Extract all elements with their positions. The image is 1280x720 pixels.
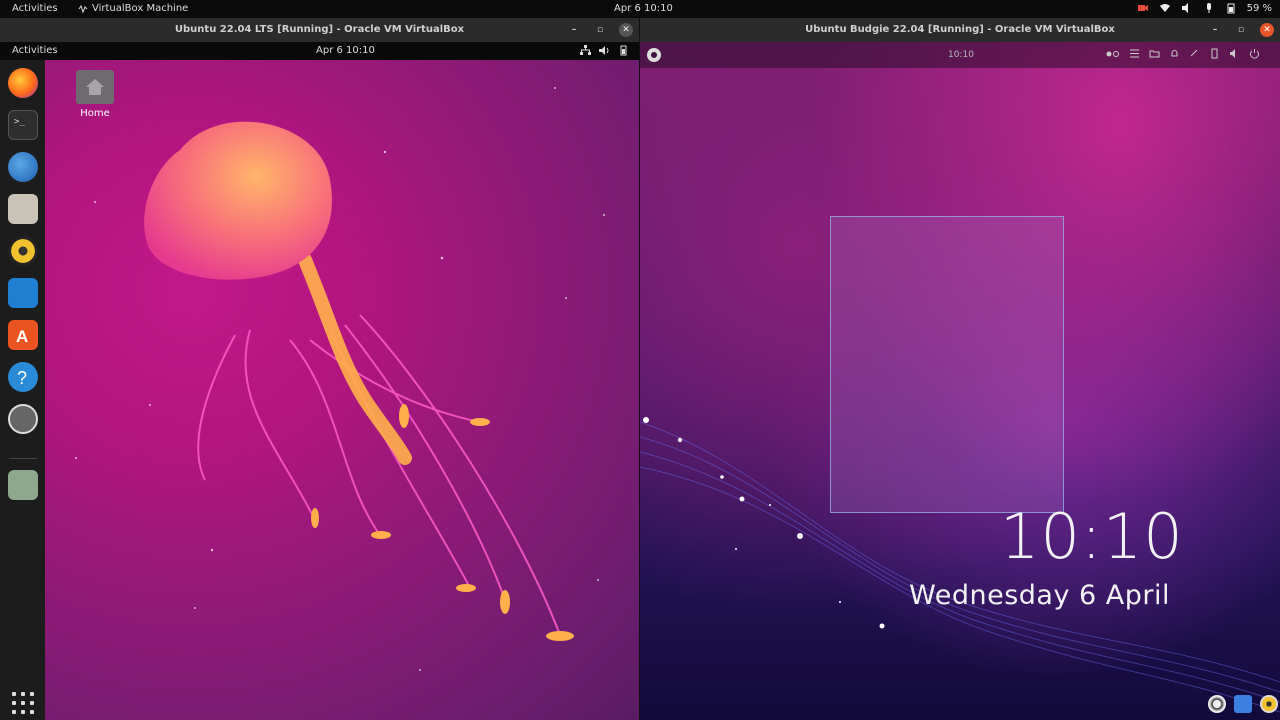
camera-icon (1137, 5, 1148, 11)
mail-icon[interactable] (1234, 695, 1252, 713)
close-button[interactable]: ✕ (619, 23, 633, 37)
battery-icon (1227, 3, 1235, 14)
virtualbox-icon (78, 4, 88, 13)
budgie-lockscreen-panel: 10:10 (640, 42, 1280, 68)
host-app-name: VirtualBox Machine (92, 3, 189, 14)
guest-activities-button[interactable]: Activities (12, 45, 58, 56)
maximize-button[interactable]: ▫ (1234, 23, 1248, 37)
notification-bell-icon (1171, 50, 1178, 57)
ubuntu-software-icon[interactable]: A (8, 320, 38, 350)
link-icon (1190, 49, 1198, 57)
trash-icon[interactable] (8, 470, 38, 500)
close-button[interactable]: ✕ (1260, 23, 1274, 37)
power-icon (1250, 49, 1259, 59)
house-icon (86, 79, 104, 95)
microphone-icon (1206, 3, 1211, 13)
rhythmbox-icon[interactable] (8, 236, 38, 266)
maximize-button[interactable]: ▫ (593, 23, 607, 37)
help-icon[interactable]: ? (8, 362, 38, 392)
ubuntu-guest-top-bar: Activities Apr 6 10:10 (0, 42, 639, 60)
battery-percentage: 59 % (1246, 2, 1272, 14)
host-top-bar: Activities VirtualBox Machine Apr 6 10:1… (0, 0, 1280, 18)
host-activities-button[interactable]: Activities (12, 3, 58, 14)
budgie-panel-clock: 10:10 (948, 50, 974, 60)
budgie-window-titlebar[interactable]: Ubuntu Budgie 22.04 [Running] - Oracle V… (640, 18, 1280, 42)
libreoffice-writer-icon[interactable] (8, 278, 38, 308)
show-applications-button[interactable] (12, 692, 34, 714)
battery-icon (620, 45, 627, 56)
software-updater-icon[interactable] (8, 404, 38, 434)
battery-icon (1211, 48, 1218, 59)
budgie-vm-window[interactable]: Ubuntu Budgie 22.04 [Running] - Oracle V… (640, 18, 1280, 720)
firefox-icon[interactable] (8, 68, 38, 98)
workspace-indicator-icon (1106, 50, 1119, 57)
budgie-logo-icon (647, 48, 661, 62)
budgie-menu-icon[interactable] (1208, 695, 1226, 713)
network-icon (580, 45, 591, 55)
volume-icon (1181, 3, 1188, 13)
host-clock[interactable]: Apr 6 10:10 (614, 3, 673, 14)
ubuntu-window-title: Ubuntu 22.04 LTS [Running] - Oracle VM V… (174, 24, 465, 35)
lockscreen-time: 10:10 (1000, 500, 1184, 573)
menu-icon (1130, 49, 1139, 58)
minimize-button[interactable]: – (567, 23, 581, 37)
ubuntu-desktop-wallpaper[interactable] (0, 60, 639, 720)
budgie-bottom-tray[interactable] (1208, 695, 1278, 713)
volume-icon (1230, 49, 1235, 58)
guest-clock[interactable]: Apr 6 10:10 (316, 45, 375, 56)
login-card[interactable] (830, 216, 1064, 513)
svg-text:A: A (16, 327, 28, 346)
guest-system-tray[interactable] (580, 45, 629, 56)
dock-separator (9, 458, 37, 459)
budgie-window-title: Ubuntu Budgie 22.04 [Running] - Oracle V… (805, 24, 1115, 35)
ubuntu-vm-window[interactable]: Ubuntu 22.04 LTS [Running] - Oracle VM V… (0, 18, 639, 720)
budgie-panel-tray[interactable] (1106, 48, 1260, 59)
jellyfish-wallpaper-art (75, 87, 605, 671)
volume-icon (599, 46, 609, 55)
svg-text:>_: >_ (14, 117, 25, 127)
wifi-icon (1159, 4, 1170, 12)
svg-text:?: ? (17, 368, 27, 388)
home-folder-label: Home (80, 108, 110, 119)
home-folder-icon[interactable] (76, 70, 114, 104)
ubuntu-dock: >_ A ? (0, 60, 45, 720)
thunderbird-icon[interactable] (8, 152, 38, 182)
host-system-tray[interactable]: 59 % (1137, 2, 1272, 14)
host-app-menu[interactable]: VirtualBox Machine (78, 3, 188, 14)
files-icon[interactable] (8, 194, 38, 224)
terminal-icon[interactable]: >_ (8, 110, 38, 140)
rhythmbox-icon[interactable] (1260, 695, 1278, 713)
minimize-button[interactable]: – (1208, 23, 1222, 37)
ubuntu-window-titlebar[interactable]: Ubuntu 22.04 LTS [Running] - Oracle VM V… (0, 18, 639, 42)
lockscreen-date: Wednesday 6 April (909, 580, 1170, 611)
folder-icon (1149, 50, 1160, 58)
